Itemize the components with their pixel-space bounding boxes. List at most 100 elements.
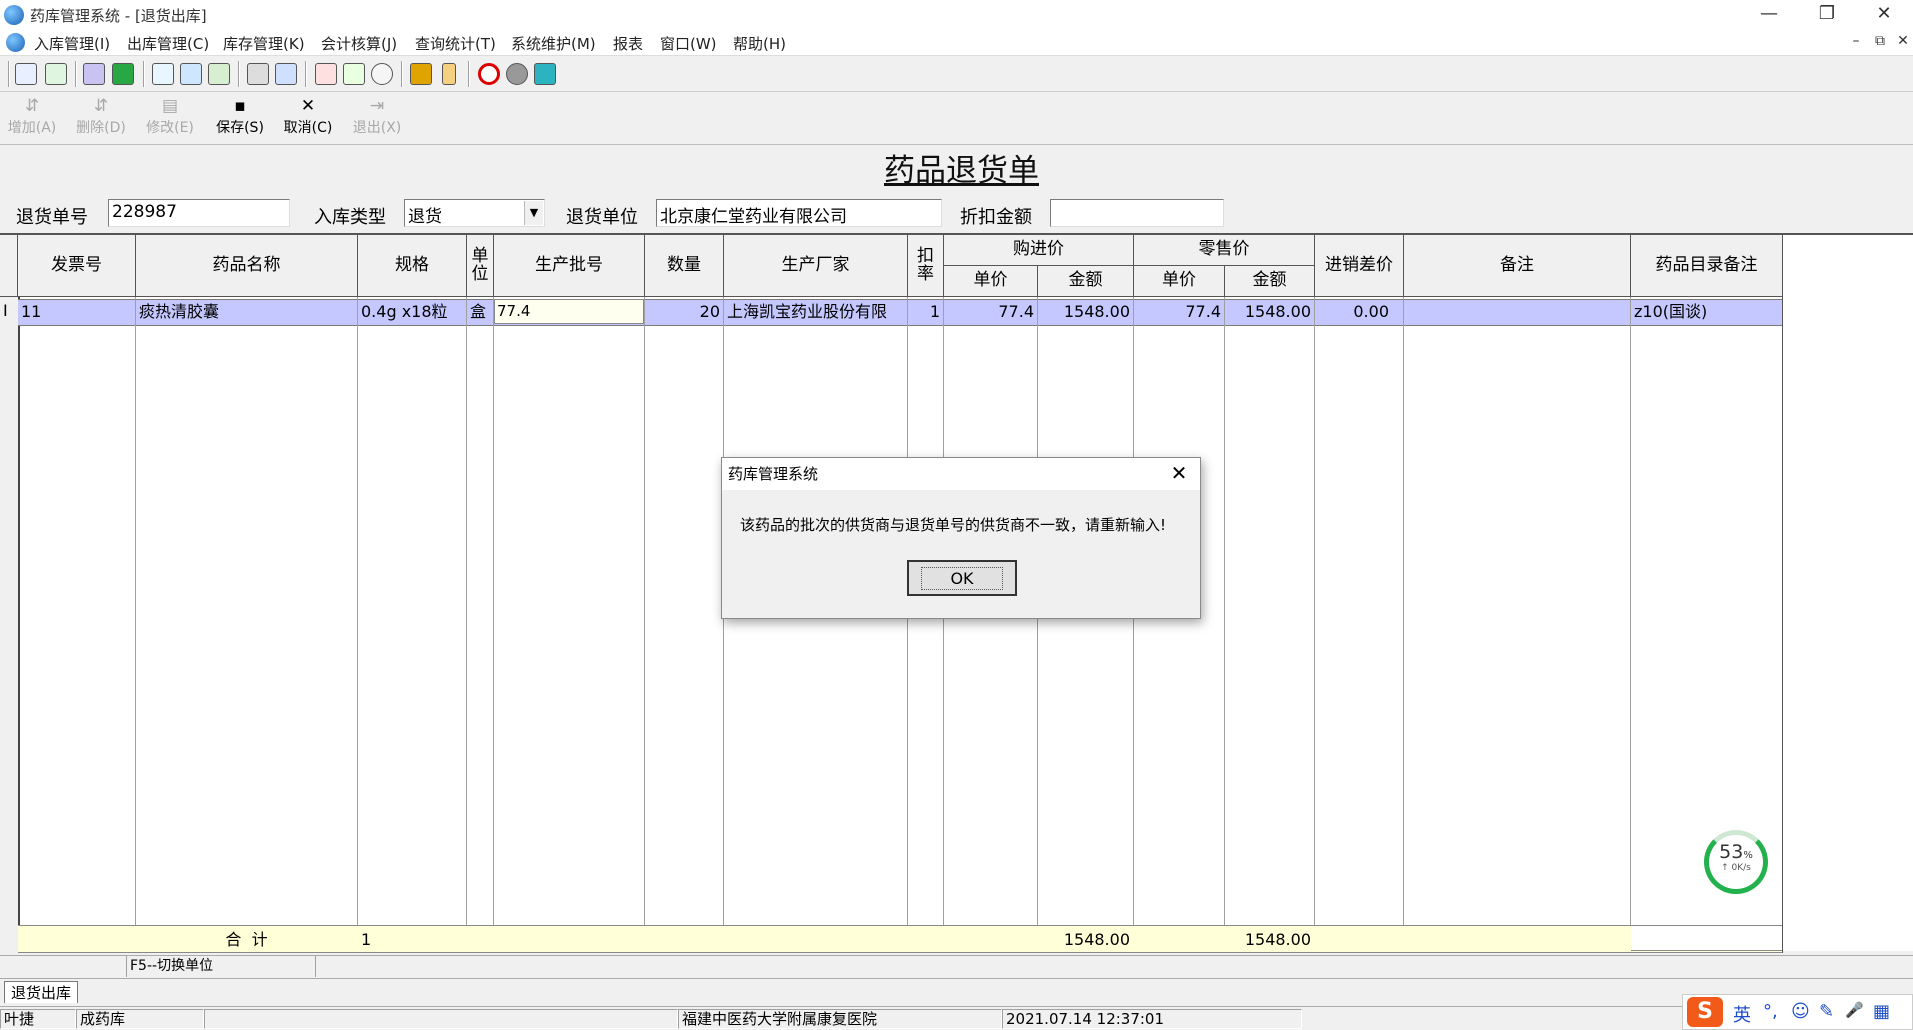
header-spec[interactable]: 规格 (358, 235, 467, 297)
cell-rate[interactable]: 1 (908, 300, 943, 323)
ime-toolbox-icon[interactable]: ▦ (1873, 1001, 1890, 1022)
header-batch[interactable]: 生产批号 (494, 235, 645, 297)
calculator-icon[interactable] (410, 63, 432, 85)
menu-reports[interactable]: 报表 (613, 33, 643, 54)
thermometer-icon[interactable] (442, 63, 456, 85)
cell-retail-amount[interactable]: 1548.00 (1225, 300, 1314, 323)
header-retail-price[interactable]: 单价 (1134, 266, 1225, 297)
return-no-input[interactable]: 228987 (108, 199, 290, 227)
restore-button[interactable]: ❐ (1798, 0, 1856, 30)
stop-icon[interactable] (478, 63, 500, 85)
header-qty[interactable]: 数量 (645, 235, 724, 297)
cell-invoice[interactable]: 11 (18, 300, 135, 323)
menu-window[interactable]: 窗口(W) (660, 33, 717, 54)
report-icon[interactable] (315, 63, 337, 85)
cell-catalog-note[interactable]: z10(国谈) (1631, 300, 1782, 323)
cell-note[interactable] (1404, 300, 1630, 323)
clipboard-icon[interactable] (152, 63, 174, 85)
delete-button[interactable]: ⇵ 删除(D) (71, 97, 131, 137)
menu-inbound[interactable]: 入库管理(I) (34, 33, 110, 54)
cell-price-diff[interactable]: 0.00 (1315, 300, 1403, 323)
ime-language-toggle[interactable]: 英 (1733, 1001, 1751, 1027)
save-button[interactable]: ▪ 保存(S) (210, 97, 270, 137)
edit-check-icon[interactable] (45, 63, 67, 85)
dropdown-arrow-icon[interactable]: ▼ (524, 201, 543, 225)
mdi-restore-button[interactable]: ⧉ (1870, 33, 1890, 53)
chart-icon[interactable] (343, 63, 365, 85)
header-price-diff[interactable]: 进销差价 (1315, 235, 1404, 297)
header-invoice[interactable]: 发票号 (18, 235, 136, 297)
gray-circle-icon[interactable] (506, 63, 528, 85)
grid-column-line (357, 297, 358, 953)
hint-bar: F5--切换单位 (0, 955, 1913, 977)
mdi-minimize-button[interactable]: – (1846, 33, 1866, 53)
toolbar-separator (238, 61, 240, 87)
message-dialog: 药库管理系统 ✕ 该药品的批次的供货商与退货单号的供货商不一致，请重新输入! O… (721, 457, 1201, 619)
add-label: 增加(A) (7, 120, 57, 136)
cell-retail-price[interactable]: 77.4 (1134, 300, 1224, 323)
header-drug-name[interactable]: 药品名称 (136, 235, 358, 297)
ime-punctuation-icon[interactable]: °, (1763, 1001, 1778, 1022)
modify-button[interactable]: ▤ 修改(E) (140, 97, 200, 137)
mail-check-icon[interactable] (112, 63, 134, 85)
exit-button[interactable]: ⇥ 退出(X) (347, 97, 407, 137)
status-datetime: 2021.07.14 12:37:01 (1002, 1009, 1302, 1029)
close-window-button[interactable]: ✕ (1855, 0, 1913, 30)
document-icon[interactable] (208, 63, 230, 85)
header-note[interactable]: 备注 (1404, 235, 1631, 297)
exit-label: 退出(X) (352, 120, 402, 136)
menu-inventory[interactable]: 库存管理(K) (223, 33, 305, 54)
cell-drug-name[interactable]: 痰热清胶囊 (136, 300, 357, 323)
cell-qty[interactable]: 20 (645, 300, 723, 323)
header-catalog-note[interactable]: 药品目录备注 (1631, 235, 1783, 297)
header-retail-amount[interactable]: 金额 (1225, 266, 1315, 297)
network-speed-widget[interactable]: 53% ↑ 0K/s (1704, 830, 1768, 894)
grid-column-line (1314, 297, 1315, 953)
menu-outbound[interactable]: 出库管理(C) (127, 33, 209, 54)
import-icon[interactable] (15, 63, 37, 85)
ime-microphone-icon[interactable]: 🎤 (1845, 1001, 1864, 1019)
book-icon[interactable] (83, 63, 105, 85)
discount-amount-input[interactable] (1050, 199, 1224, 227)
menu-accounting[interactable]: 会计核算(J) (321, 33, 397, 54)
header-rate[interactable]: 扣率 (908, 235, 944, 297)
return-unit-label: 退货单位 (566, 207, 638, 228)
mdi-app-icon[interactable] (6, 33, 25, 52)
menu-query[interactable]: 查询统计(T) (415, 33, 496, 54)
cell-purchase-amount[interactable]: 1548.00 (1038, 300, 1133, 323)
ok-label: OK (921, 566, 1003, 590)
exit-icon[interactable] (534, 63, 556, 85)
header-purchase-amount[interactable]: 金额 (1038, 266, 1134, 297)
cell-maker[interactable]: 上海凯宝药业股份有限 (724, 300, 907, 323)
sogou-logo-icon[interactable]: S (1687, 997, 1723, 1027)
toolbar-separator (401, 61, 403, 87)
grid-column-line (1037, 297, 1038, 953)
cell-unit[interactable]: 盒 (467, 300, 493, 323)
dialog-close-icon[interactable]: ✕ (1166, 460, 1192, 486)
header-maker[interactable]: 生产厂家 (724, 235, 908, 297)
ime-emoji-icon[interactable]: ☺ (1791, 1001, 1810, 1022)
cell-batch-edit[interactable]: 77.4 (494, 299, 644, 324)
copy-icon[interactable] (247, 63, 269, 85)
grid-column-line (723, 297, 724, 953)
ime-handwriting-icon[interactable]: ✎ (1819, 1001, 1834, 1022)
tab-return-outbound[interactable]: 退货出库 (4, 981, 79, 1003)
header-purchase-price[interactable]: 单价 (944, 266, 1038, 297)
add-button[interactable]: ⇵ 增加(A) (2, 97, 62, 137)
return-unit-input[interactable]: 北京康仁堂药业有限公司 (656, 199, 942, 227)
minimize-button[interactable]: — (1740, 0, 1798, 30)
menu-help[interactable]: 帮助(H) (733, 33, 786, 54)
header-unit[interactable]: 单位 (467, 235, 494, 297)
inbound-type-select[interactable]: 退货 ▼ (404, 199, 545, 227)
search-icon[interactable] (371, 63, 393, 85)
card-icon[interactable] (180, 63, 202, 85)
cell-purchase-price[interactable]: 77.4 (944, 300, 1037, 323)
cancel-button[interactable]: ✕ 取消(C) (278, 97, 338, 137)
mdi-close-button[interactable]: ✕ (1893, 33, 1913, 53)
menu-system[interactable]: 系统维护(M) (511, 33, 596, 54)
ime-toolbar: S 英 °, ☺ ✎ 🎤 ▦ (1682, 994, 1913, 1030)
table-icon[interactable] (275, 63, 297, 85)
cell-spec[interactable]: 0.4g x18粒 (358, 300, 466, 323)
ok-button[interactable]: OK (907, 560, 1017, 596)
grid-column-line (1224, 297, 1225, 953)
